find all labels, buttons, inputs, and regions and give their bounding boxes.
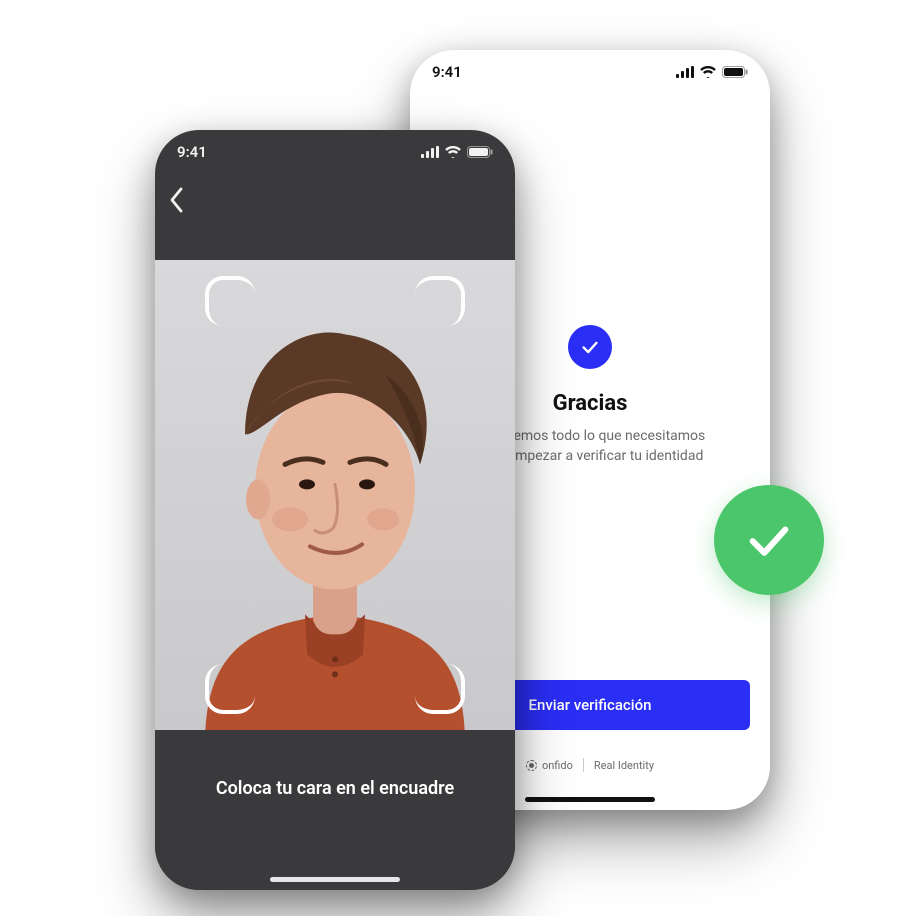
status-time: 9:41 <box>177 143 207 161</box>
frame-bracket-bottom-left-icon <box>205 664 255 714</box>
status-bar: 9:41 <box>155 130 515 174</box>
brand-divider <box>583 758 584 772</box>
back-button[interactable] <box>169 187 185 217</box>
battery-icon <box>467 146 493 158</box>
brand-logo: onfido <box>526 759 573 772</box>
cellular-signal-icon <box>421 146 439 158</box>
instruction-text: Coloca tu cara en el encuadre <box>216 778 454 799</box>
frame-bracket-top-left-icon <box>205 276 255 326</box>
brand-tagline: Real Identity <box>594 759 654 772</box>
brand-name: onfido <box>542 759 573 772</box>
home-indicator <box>270 877 400 882</box>
nav-bar <box>155 174 515 230</box>
thanks-title: Gracias <box>553 391 628 416</box>
frame-bracket-bottom-right-icon <box>415 664 465 714</box>
frame-bracket-top-right-icon <box>415 276 465 326</box>
camera-viewport <box>155 260 515 730</box>
home-indicator <box>525 797 655 802</box>
send-verification-label: Enviar verificación <box>529 696 652 714</box>
success-check-icon <box>568 325 612 369</box>
selfie-capture-phone: 9:41 <box>155 130 515 890</box>
status-icons <box>421 146 493 158</box>
success-badge-icon <box>714 485 824 595</box>
wifi-icon <box>445 146 461 158</box>
chevron-left-icon <box>169 187 185 213</box>
canvas: 9:41 Gracias Ya tenemos todo lo que nece… <box>0 0 916 916</box>
instruction-footer: Coloca tu cara en el encuadre <box>155 730 515 890</box>
brand-glyph-icon <box>526 760 537 771</box>
